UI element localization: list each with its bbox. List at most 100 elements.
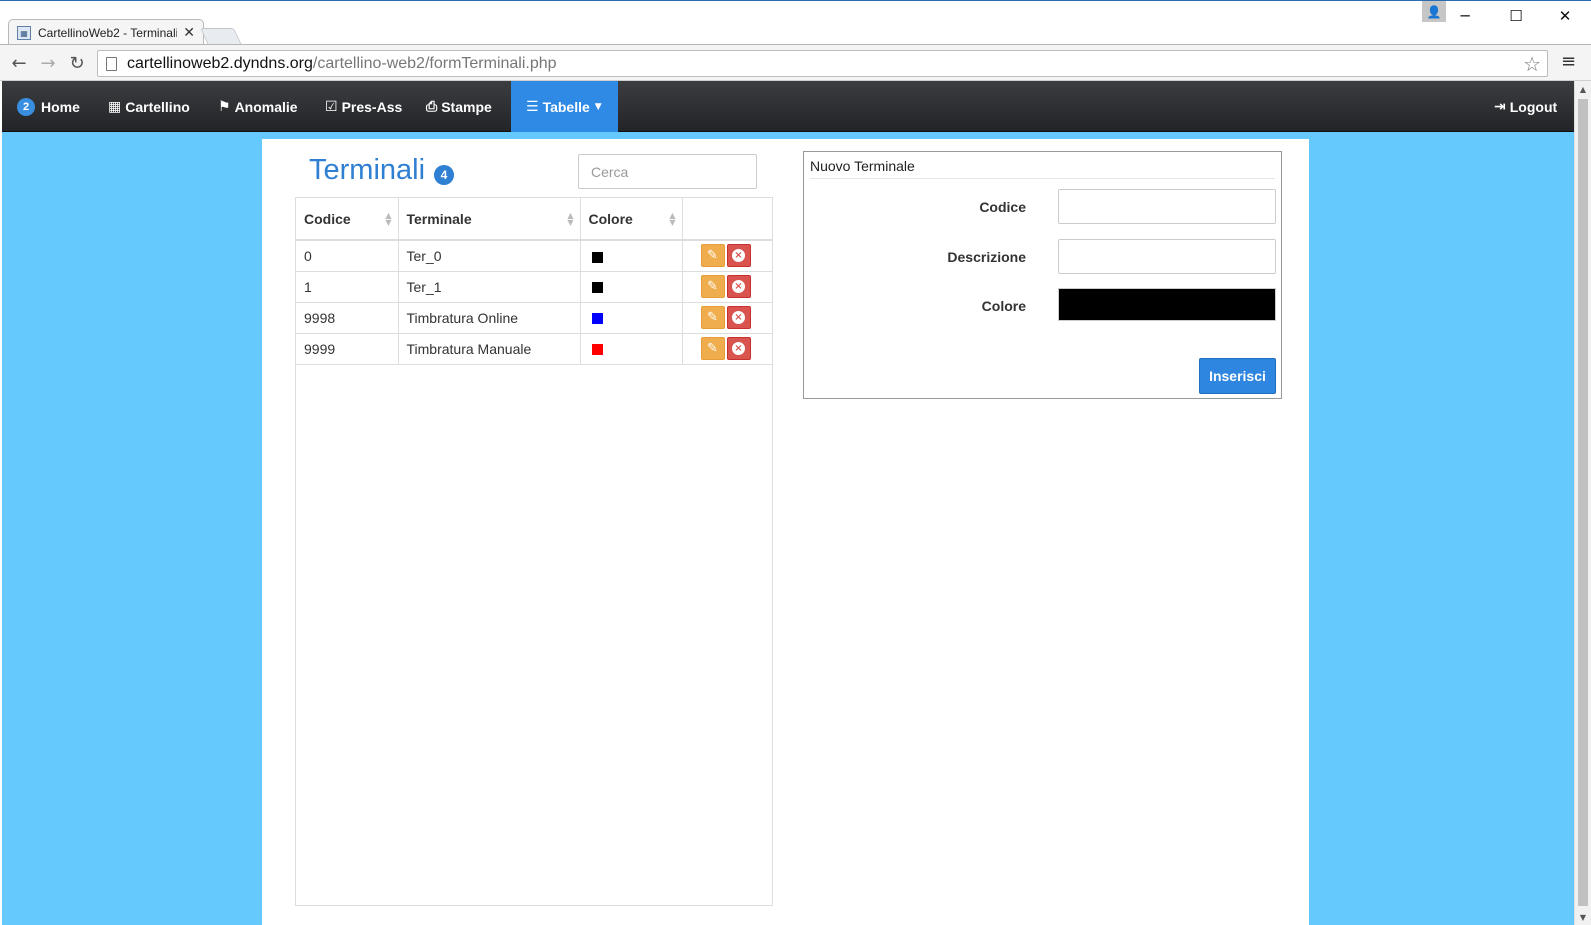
cell-colore [580,271,683,303]
edit-button[interactable]: ✎ [700,306,725,329]
insert-button[interactable]: Inserisci [1199,358,1276,394]
nav-home-label: Home [41,98,80,115]
url-path: /cartellino-web2/formTerminali.php [312,54,557,72]
color-swatch [591,313,603,325]
search-input[interactable] [578,154,757,189]
cell-codice: 1 [296,271,399,303]
nav-stampe[interactable]: ⎙ Stampe [426,81,492,132]
pencil-icon: ✎ [707,248,718,264]
address-bar[interactable]: cartellinoweb2.dyndns.org/cartellino-web… [97,50,1548,77]
browser-tab[interactable]: ▦ CartellinoWeb2 - Terminali ✕ [8,19,204,46]
scroll-up-icon[interactable]: ▲ [1575,81,1591,97]
minimize-button[interactable]: ─ [1443,3,1487,29]
terminals-table: Codice ▲ ▼ Terminale ▲ ▼ Colore ▲ ▼ 0 Ter_0 [295,197,773,906]
table-row: 9999 Timbratura Manuale ✎ × [296,333,772,365]
pencil-icon: ✎ [707,279,718,294]
flag-icon: ⚑ [218,98,231,115]
delete-button[interactable]: × [726,275,751,298]
cell-codice: 9998 [296,302,399,334]
column-header-actions [682,198,772,241]
nav-pres-ass[interactable]: ☑ Pres-Ass [325,81,402,132]
form-legend: Nuovo Terminale [810,158,1275,179]
column-label: Terminale [406,210,472,227]
count-badge: 4 [434,165,454,185]
cell-actions: ✎ × [682,271,772,303]
nav-home[interactable]: 2 Home [17,81,80,132]
check-icon: ☑ [325,98,338,115]
scrollbar-thumb[interactable] [1578,99,1588,906]
column-header-codice[interactable]: Codice ▲ ▼ [296,198,399,241]
browser-toolbar: ← → ↻ cartellinoweb2.dyndns.org/cartelli… [0,44,1591,81]
cell-colore [580,333,683,365]
table-header-row: Codice ▲ ▼ Terminale ▲ ▼ Colore ▲ ▼ [296,198,772,241]
sort-icon: ▲ ▼ [669,211,676,227]
table-row: 0 Ter_0 ✎ × [296,240,772,272]
nav-logout[interactable]: ⇥ Logout [1494,81,1557,132]
tab-close-icon[interactable]: ✕ [183,25,195,41]
color-swatch [591,344,603,356]
delete-button[interactable]: × [726,306,751,329]
cell-terminale: Ter_1 [398,271,581,303]
nav-logout-label: Logout [1509,98,1558,115]
new-terminal-form: Nuovo Terminale Codice Descrizione Color… [803,151,1282,399]
nav-cartellino-label: Cartellino [125,98,190,115]
codice-label: Codice [979,199,1026,215]
calendar-icon: ▦ [108,98,122,115]
nav-cartellino[interactable]: ▦ Cartellino [108,81,190,132]
url-host: cartellinoweb2.dyndns.org [127,54,313,72]
cell-terminale: Ter_0 [398,240,581,272]
color-swatch [591,251,603,263]
vertical-scrollbar[interactable]: ▲ ▼ [1574,81,1591,925]
page-title: Terminali [309,154,426,186]
maximize-button[interactable]: ☐ [1494,3,1538,29]
nav-anomalie-label: Anomalie [234,98,298,115]
color-picker-field[interactable] [1058,288,1276,321]
colore-label: Colore [981,298,1026,314]
delete-button[interactable]: × [726,337,751,360]
color-swatch [591,282,603,294]
reload-button[interactable]: ↻ [65,51,89,75]
edit-button[interactable]: ✎ [700,275,725,298]
browser-menu-icon[interactable]: ≡ [1561,51,1576,72]
table-row: 9998 Timbratura Online ✎ × [296,302,772,334]
column-label: Colore [588,210,633,227]
codice-row: Codice [804,189,1281,225]
logout-icon: ⇥ [1494,98,1506,115]
column-header-colore[interactable]: Colore ▲ ▼ [580,198,683,241]
edit-button[interactable]: ✎ [700,244,725,268]
nav-stampe-label: Stampe [441,98,492,115]
cell-actions: ✎ × [682,333,772,365]
back-button[interactable]: ← [7,51,31,75]
tab-title: CartellinoWeb2 - Terminali [38,26,178,40]
browser-titlebar: ▦ CartellinoWeb2 - Terminali ✕ 👤 ─ ☐ ✕ [0,0,1591,46]
nav-tabelle[interactable]: ☰ Tabelle ▼ [511,81,618,132]
bookmark-star-icon[interactable]: ☆ [1523,52,1541,76]
descrizione-row: Descrizione [804,239,1281,275]
colore-row: Colore [804,288,1281,324]
delete-button[interactable]: × [726,244,751,268]
caret-down-icon: ▼ [594,101,602,112]
new-tab-button[interactable] [200,28,242,45]
cell-terminale: Timbratura Manuale [398,333,581,365]
cell-codice: 0 [296,240,399,272]
nav-tabelle-label: Tabelle [542,98,590,115]
column-header-terminale[interactable]: Terminale ▲ ▼ [398,198,581,241]
forward-button[interactable]: → [36,51,60,75]
scroll-down-icon[interactable]: ▼ [1575,909,1591,925]
edit-button[interactable]: ✎ [700,337,725,360]
remove-circle-icon: × [732,311,745,324]
nav-anomalie[interactable]: ⚑ Anomalie [218,81,298,132]
table-row: 1 Ter_1 ✎ × [296,271,772,303]
sort-icon: ▲ ▼ [567,211,574,227]
close-window-button[interactable]: ✕ [1543,3,1587,29]
remove-circle-icon: × [732,342,745,355]
favicon-icon: ▦ [17,26,31,40]
list-icon: ☰ [526,98,539,115]
codice-field[interactable] [1058,189,1276,224]
pencil-icon: ✎ [707,310,718,325]
cell-codice: 9999 [296,333,399,365]
descrizione-field[interactable] [1058,239,1276,274]
sort-icon: ▲ ▼ [385,211,392,227]
column-label: Codice [304,210,351,227]
print-icon: ⎙ [426,98,438,115]
